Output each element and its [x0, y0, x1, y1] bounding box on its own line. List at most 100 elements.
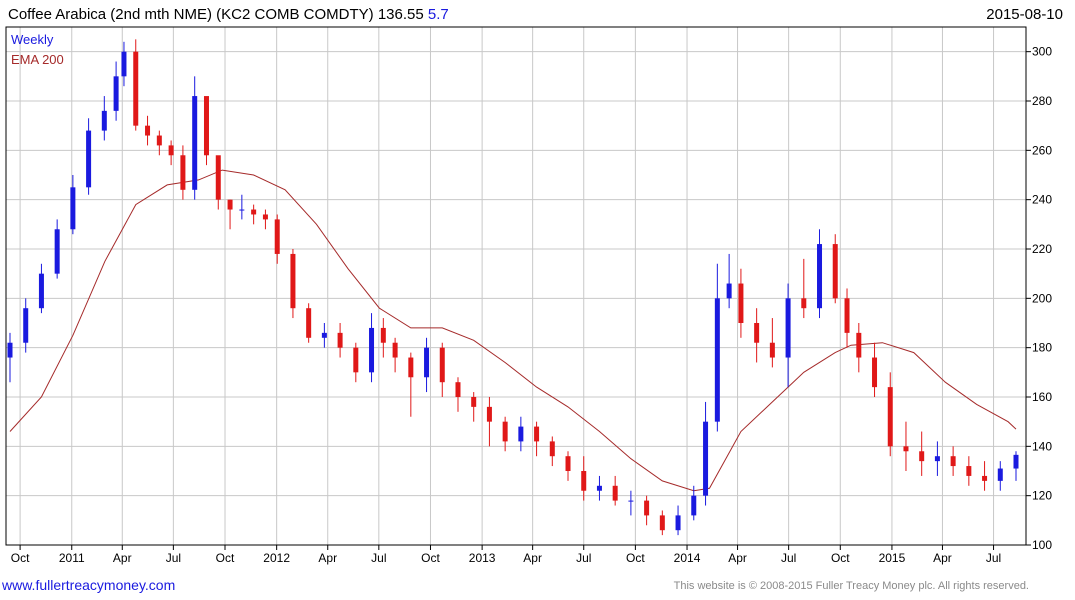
x-tick-label: 2013: [469, 551, 496, 565]
x-tick-label: Oct: [11, 551, 30, 565]
y-tick-label: 260: [1032, 143, 1052, 157]
candle-body: [369, 327, 375, 373]
candle-body: [919, 451, 925, 462]
candle-body: [192, 96, 198, 190]
candle-body: [133, 51, 139, 126]
candle-body: [215, 155, 221, 200]
y-tick-label: 220: [1032, 242, 1052, 256]
candle-body: [337, 332, 343, 348]
x-tick-label: Jul: [576, 551, 591, 565]
candle-body: [714, 298, 720, 422]
x-tick-label: Apr: [318, 551, 337, 565]
candle-body: [549, 441, 555, 457]
x-tick-label: Oct: [831, 551, 850, 565]
candle-body: [801, 298, 807, 309]
ema-layer: [9, 169, 1017, 492]
candle-body: [691, 495, 697, 516]
candle-body: [1013, 454, 1019, 469]
candle-body: [306, 308, 312, 338]
copyright-notice: This website is © 2008-2015 Fuller Treac…: [673, 580, 1029, 592]
candle-body: [54, 229, 60, 274]
candle-body: [903, 446, 909, 452]
axis-layer: 100 120 140 160 180 200 220 240 260 280 300 Oct 2011…: [11, 45, 1053, 565]
candle-body: [408, 357, 414, 378]
candle-body: [290, 253, 296, 309]
legend-entry: EMA 200: [11, 52, 64, 67]
candle-body: [70, 187, 76, 230]
grid-layer: [6, 27, 1026, 546]
candle-body: [596, 485, 602, 491]
candle-body: [486, 406, 492, 422]
candle-body: [659, 515, 665, 531]
candle-body: [227, 199, 233, 210]
candle-body: [738, 283, 744, 323]
candle-body: [982, 475, 988, 481]
candle-body: [471, 397, 477, 407]
x-tick-label: Jul: [986, 551, 1001, 565]
candle-body: [997, 468, 1003, 481]
candle-body: [534, 426, 540, 442]
y-tick-label: 180: [1032, 341, 1052, 355]
candle-body: [832, 244, 838, 299]
x-tick-label: 2011: [59, 551, 85, 565]
x-tick-label: Oct: [626, 551, 645, 565]
candle-body: [239, 209, 245, 211]
candle-body: [675, 515, 681, 531]
candle-body: [7, 342, 13, 358]
plot-frame: [5, 26, 1027, 546]
candle-body: [817, 244, 823, 309]
x-tick-label: Apr: [523, 551, 542, 565]
candle-body: [612, 485, 618, 501]
ema-200-line: [9, 169, 1017, 492]
candle-body: [565, 456, 571, 471]
candle-body: [872, 357, 878, 388]
candle-body: [156, 135, 162, 146]
candle-body: [392, 342, 398, 358]
x-tick-label: Oct: [421, 551, 440, 565]
candle-body: [455, 382, 461, 397]
candle-body: [38, 273, 44, 309]
candle-body: [113, 76, 119, 111]
candle-body: [726, 283, 732, 299]
candle-body: [168, 145, 174, 156]
candle-body: [262, 214, 268, 220]
website-link[interactable]: www.fullertreacymoney.com: [2, 577, 175, 593]
candle-body: [754, 323, 760, 343]
candle-body: [769, 342, 775, 358]
candle-body: [628, 500, 634, 502]
candle-body: [644, 500, 650, 516]
y-tick-label: 140: [1032, 439, 1052, 453]
candle-body: [203, 96, 209, 156]
y-tick-label: 240: [1032, 193, 1052, 207]
candle-body: [101, 110, 107, 131]
price-chart: 100 120 140 160 180 200 220 240 260 280 300 Oct 2011…: [5, 26, 1053, 565]
candle-body: [844, 298, 850, 333]
x-tick-label: 2012: [263, 551, 290, 565]
candle-body: [502, 421, 508, 442]
candle-body: [518, 426, 524, 442]
candle-body: [581, 471, 587, 491]
x-tick-label: 2014: [674, 551, 701, 565]
y-tick-label: 200: [1032, 291, 1052, 305]
candle-body: [887, 387, 893, 447]
candle-body: [274, 219, 280, 254]
candle-body: [145, 125, 151, 136]
candle-body: [180, 155, 186, 190]
legend: Weekly EMA 200: [11, 32, 64, 67]
y-tick-label: 120: [1032, 489, 1052, 503]
candle-body: [321, 332, 327, 338]
candle-body: [966, 466, 972, 476]
candle-body: [380, 327, 386, 343]
y-tick-label: 280: [1032, 94, 1052, 108]
y-tick-label: 100: [1032, 538, 1052, 552]
candle-body: [934, 456, 940, 462]
candle-layer: [7, 39, 1019, 536]
legend-entry: Weekly: [11, 32, 54, 47]
candle-body: [23, 308, 29, 343]
x-tick-label: Jul: [166, 551, 181, 565]
x-tick-label: Jul: [371, 551, 386, 565]
y-tick-label: 160: [1032, 390, 1052, 404]
candle-body: [353, 347, 359, 373]
x-tick-label: Apr: [728, 551, 747, 565]
x-tick-label: Jul: [781, 551, 796, 565]
